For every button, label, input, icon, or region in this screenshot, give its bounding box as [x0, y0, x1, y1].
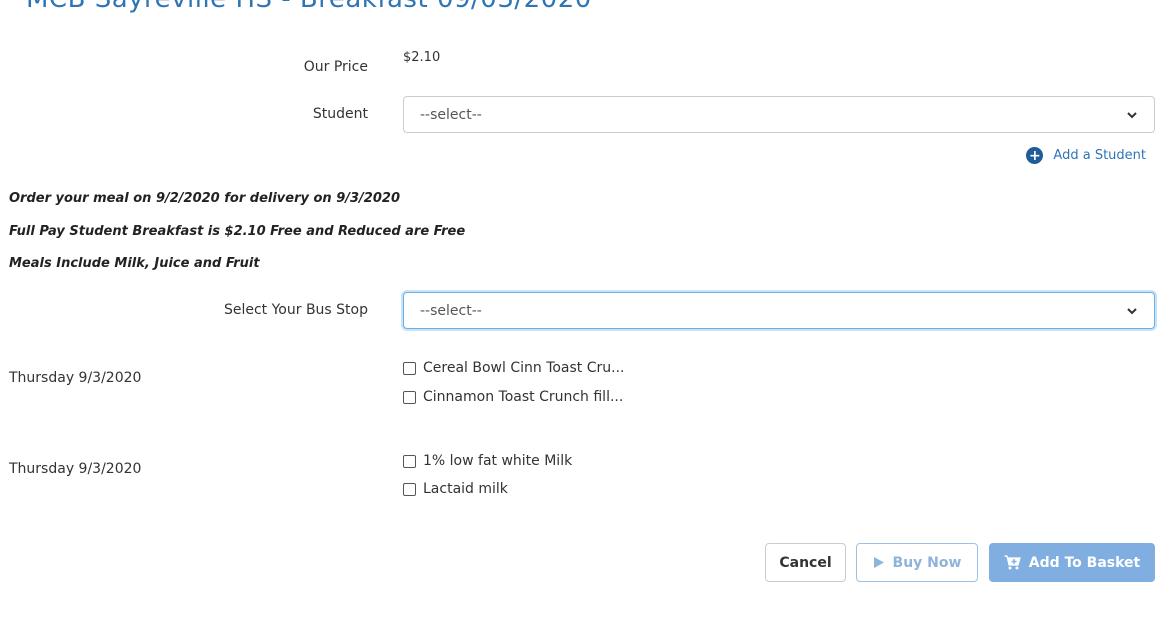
milk-day-label: Thursday 9/3/2020 [9, 461, 142, 477]
meal-option[interactable]: Cereal Bowl Cinn Toast Cru... [403, 360, 625, 376]
bus-stop-select-value: --select-- [420, 302, 482, 319]
milk-option-label: 1% low fat white Milk [423, 453, 573, 469]
milk-option-label: Lactaid milk [423, 481, 508, 497]
milk-option-checkbox[interactable] [403, 454, 416, 468]
cancel-button[interactable]: Cancel [765, 543, 846, 582]
page-title: MCB Sayreville HS - Breakfast 09/03/2020 [26, 0, 592, 14]
our-price-label: Our Price [303, 59, 368, 75]
student-select-value: --select-- [420, 106, 482, 123]
student-label: Student [312, 106, 368, 122]
add-to-basket-button-label: Add To Basket [1028, 554, 1141, 571]
buy-now-button-label: Buy Now [892, 554, 962, 571]
meal-option-label: Cinnamon Toast Crunch fill... [423, 389, 624, 405]
cart-icon [1004, 555, 1021, 570]
meal-option[interactable]: Cinnamon Toast Crunch fill... [403, 389, 623, 405]
cancel-button-label: Cancel [779, 554, 832, 571]
meal-includes-note: Meals Include Milk, Juice and Fruit [9, 256, 260, 271]
price-note: Full Pay Student Breakfast is $2.10 Free… [9, 224, 466, 239]
student-select[interactable]: --select-- [403, 96, 1155, 133]
chevron-down-icon [1127, 111, 1137, 118]
meal-day-label: Thursday 9/3/2020 [9, 370, 142, 386]
add-student-label: Add a Student [1053, 148, 1146, 163]
plus-circle-icon: + [1026, 147, 1044, 164]
milk-option-checkbox[interactable] [403, 482, 416, 496]
play-icon [873, 556, 885, 569]
add-student-link[interactable]: + Add a Student [1026, 147, 1146, 164]
meal-option-checkbox[interactable] [403, 390, 416, 404]
bus-stop-label: Select Your Bus Stop [223, 302, 368, 318]
add-to-basket-button[interactable]: Add To Basket [989, 543, 1155, 582]
order-note: Order your meal on 9/2/2020 for delivery… [9, 191, 400, 206]
milk-option[interactable]: Lactaid milk [403, 481, 508, 497]
chevron-down-icon [1127, 307, 1137, 314]
milk-option[interactable]: 1% low fat white Milk [403, 453, 572, 469]
meal-option-label: Cereal Bowl Cinn Toast Cru... [423, 360, 625, 376]
meal-option-checkbox[interactable] [403, 361, 416, 375]
bus-stop-select[interactable]: --select-- [403, 292, 1155, 329]
our-price-value: $2.10 [403, 50, 441, 65]
buy-now-button[interactable]: Buy Now [856, 543, 978, 582]
